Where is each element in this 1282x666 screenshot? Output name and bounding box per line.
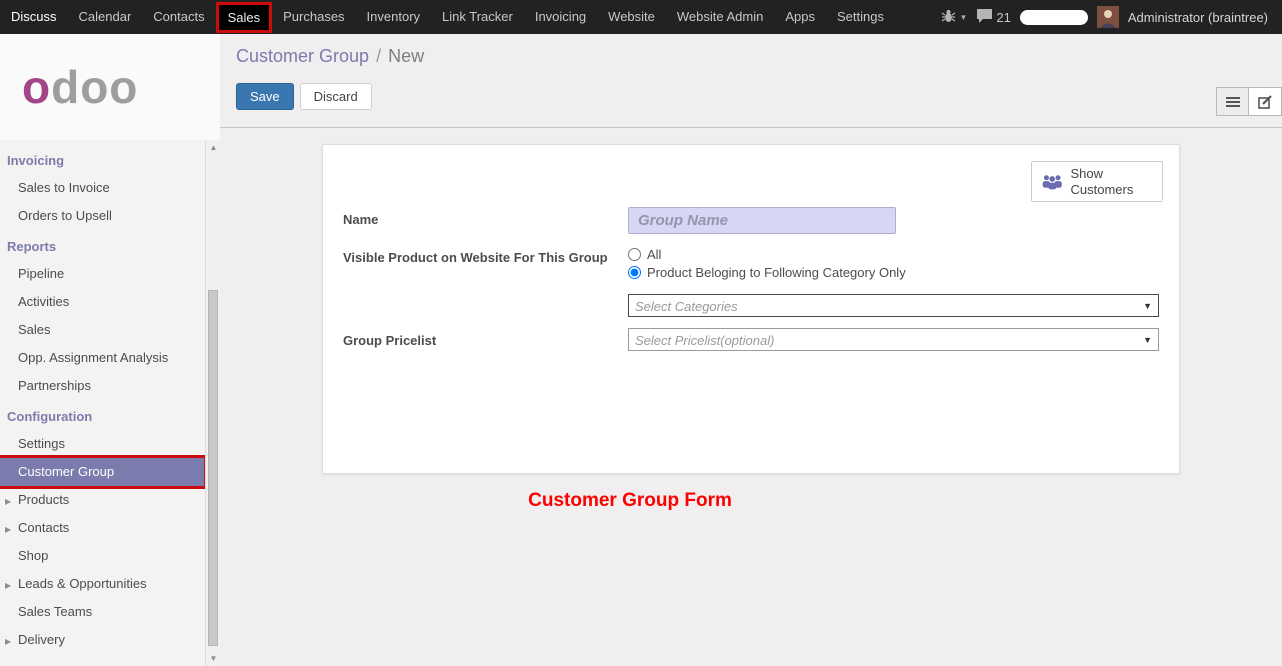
bug-icon	[941, 9, 956, 26]
topnav-item-website-admin[interactable]: Website Admin	[666, 0, 774, 34]
debug-menu[interactable]: ▼	[941, 9, 967, 26]
dropdown-caret-icon: ▼	[1143, 301, 1152, 311]
topnav-item-sales[interactable]: Sales	[216, 2, 273, 33]
topnav-item-discuss[interactable]: Discuss	[0, 0, 68, 34]
breadcrumb-parent-link[interactable]: Customer Group	[236, 46, 369, 66]
expand-arrow-icon: ▶	[5, 523, 11, 537]
scroll-up-icon[interactable]: ▲	[206, 143, 221, 152]
breadcrumb: Customer Group / New	[236, 46, 1282, 67]
topnav-item-website[interactable]: Website	[597, 0, 666, 34]
sidebar-item-delivery[interactable]: ▶ Delivery	[0, 626, 204, 654]
sidebar-item-sales-to-invoice[interactable]: Sales to Invoice	[0, 174, 204, 202]
sidebar-item-settings[interactable]: Settings	[0, 430, 204, 458]
sidebar-section-reports: Reports	[0, 230, 204, 260]
customer-group-form-card: Show Customers Name Visible Product on W…	[322, 144, 1180, 474]
topnav-item-settings[interactable]: Settings	[826, 0, 895, 34]
scroll-down-icon[interactable]: ▼	[206, 654, 221, 663]
sidebar-item-opp-assignment-analysis[interactable]: Opp. Assignment Analysis	[0, 344, 204, 372]
sidebar-item-label: Contacts	[18, 520, 69, 535]
radio-option-all[interactable]: All	[628, 247, 1159, 262]
sidebar-item-sales[interactable]: Sales	[0, 316, 204, 344]
visible-product-label: Visible Product on Website For This Grou…	[343, 245, 628, 283]
sidebar-scrollbar[interactable]: ▲ ▼	[205, 140, 220, 666]
breadcrumb-current: New	[388, 46, 424, 66]
sidebar-item-label: Leads & Opportunities	[18, 576, 147, 591]
annotation-text: Customer Group Form	[220, 490, 1040, 512]
top-navigation-bar: Discuss Calendar Contacts Sales Purchase…	[0, 0, 1282, 34]
topnav-item-purchases[interactable]: Purchases	[272, 0, 355, 34]
sidebar-item-pipeline[interactable]: Pipeline	[0, 260, 204, 288]
messages-count: 21	[996, 10, 1010, 25]
group-pricelist-label: Group Pricelist	[343, 328, 628, 351]
sidebar-item-products[interactable]: ▶ Products	[0, 486, 204, 514]
sidebar-item-label: Delivery	[18, 632, 65, 647]
radio-category-input[interactable]	[628, 266, 641, 279]
timer-pill[interactable]	[1020, 10, 1088, 25]
sidebar-item-label: Products	[18, 492, 69, 507]
debug-caret-icon: ▼	[959, 13, 967, 22]
sidebar-item-contacts[interactable]: ▶ Contacts	[0, 514, 204, 542]
topnav-item-inventory[interactable]: Inventory	[356, 0, 431, 34]
list-view-button[interactable]	[1216, 87, 1249, 116]
sidebar-item-orders-to-upsell[interactable]: Orders to Upsell	[0, 202, 204, 230]
user-avatar[interactable]	[1097, 6, 1119, 28]
expand-arrow-icon: ▶	[5, 635, 11, 649]
pricelist-select-placeholder: Select Pricelist(optional)	[635, 333, 774, 348]
page-body: odoo Invoicing Sales to Invoice Orders t…	[0, 34, 1282, 666]
topnav-item-apps[interactable]: Apps	[774, 0, 826, 34]
save-button[interactable]: Save	[236, 83, 294, 110]
sidebar-item-customer-group[interactable]: Customer Group	[0, 458, 204, 486]
name-field-label: Name	[343, 207, 628, 234]
sidebar-item-shop[interactable]: Shop	[0, 542, 204, 570]
topbar-right-tools: ▼ 21 Administrator (braintree)	[941, 6, 1282, 28]
topnav-item-invoicing[interactable]: Invoicing	[524, 0, 597, 34]
logo-block: odoo	[0, 34, 220, 140]
messages-indicator[interactable]: 21	[976, 8, 1010, 26]
radio-option-category[interactable]: Product Beloging to Following Category O…	[628, 265, 1159, 280]
chat-bubble-icon	[976, 8, 993, 26]
view-switcher	[1216, 87, 1282, 116]
expand-arrow-icon: ▶	[5, 495, 11, 509]
customers-group-icon	[1041, 171, 1064, 192]
categories-select-placeholder: Select Categories	[635, 299, 738, 314]
show-customers-label: Show Customers	[1071, 166, 1154, 197]
topnav-item-contacts[interactable]: Contacts	[142, 0, 215, 34]
expand-arrow-icon: ▶	[5, 579, 11, 593]
sidebar-section-configuration: Configuration	[0, 400, 204, 430]
sidebar-item-partnerships[interactable]: Partnerships	[0, 372, 204, 400]
show-customers-button[interactable]: Show Customers	[1031, 161, 1163, 202]
list-icon	[1226, 96, 1240, 108]
action-buttons: Save Discard	[236, 83, 1282, 110]
topnav-item-link-tracker[interactable]: Link Tracker	[431, 0, 524, 34]
sidebar-section-invoicing: Invoicing	[0, 144, 204, 174]
dropdown-caret-icon: ▼	[1143, 335, 1152, 345]
sidebar-item-leads-opportunities[interactable]: ▶ Leads & Opportunities	[0, 570, 204, 598]
breadcrumb-separator: /	[376, 46, 381, 66]
control-panel: Customer Group / New Save Discard	[220, 34, 1282, 128]
visible-product-options: All Product Beloging to Following Catego…	[628, 245, 1159, 283]
sidebar-menu: Invoicing Sales to Invoice Orders to Ups…	[0, 140, 204, 654]
sidebar-item-sales-teams[interactable]: Sales Teams	[0, 598, 204, 626]
discard-button[interactable]: Discard	[300, 83, 372, 110]
topnav-item-calendar[interactable]: Calendar	[68, 0, 143, 34]
sidebar: odoo Invoicing Sales to Invoice Orders t…	[0, 34, 220, 666]
name-input[interactable]	[628, 207, 896, 234]
name-field-cell	[628, 207, 1159, 234]
scrollbar-thumb[interactable]	[208, 290, 218, 646]
main-area: Customer Group / New Save Discard	[220, 34, 1282, 666]
edit-form-icon	[1258, 95, 1273, 109]
user-name[interactable]: Administrator (braintree)	[1128, 10, 1272, 25]
categories-select[interactable]: Select Categories ▼	[628, 294, 1159, 317]
radio-all-label: All	[647, 247, 661, 262]
form-fields: Name Visible Product on Website For This…	[343, 207, 1159, 351]
sidebar-item-activities[interactable]: Activities	[0, 288, 204, 316]
radio-all-input[interactable]	[628, 248, 641, 261]
content-area: Show Customers Name Visible Product on W…	[220, 128, 1282, 666]
radio-category-label: Product Beloging to Following Category O…	[647, 265, 906, 280]
odoo-logo[interactable]: odoo	[22, 60, 138, 114]
form-view-button[interactable]	[1249, 87, 1282, 116]
pricelist-select[interactable]: Select Pricelist(optional) ▼	[628, 328, 1159, 351]
